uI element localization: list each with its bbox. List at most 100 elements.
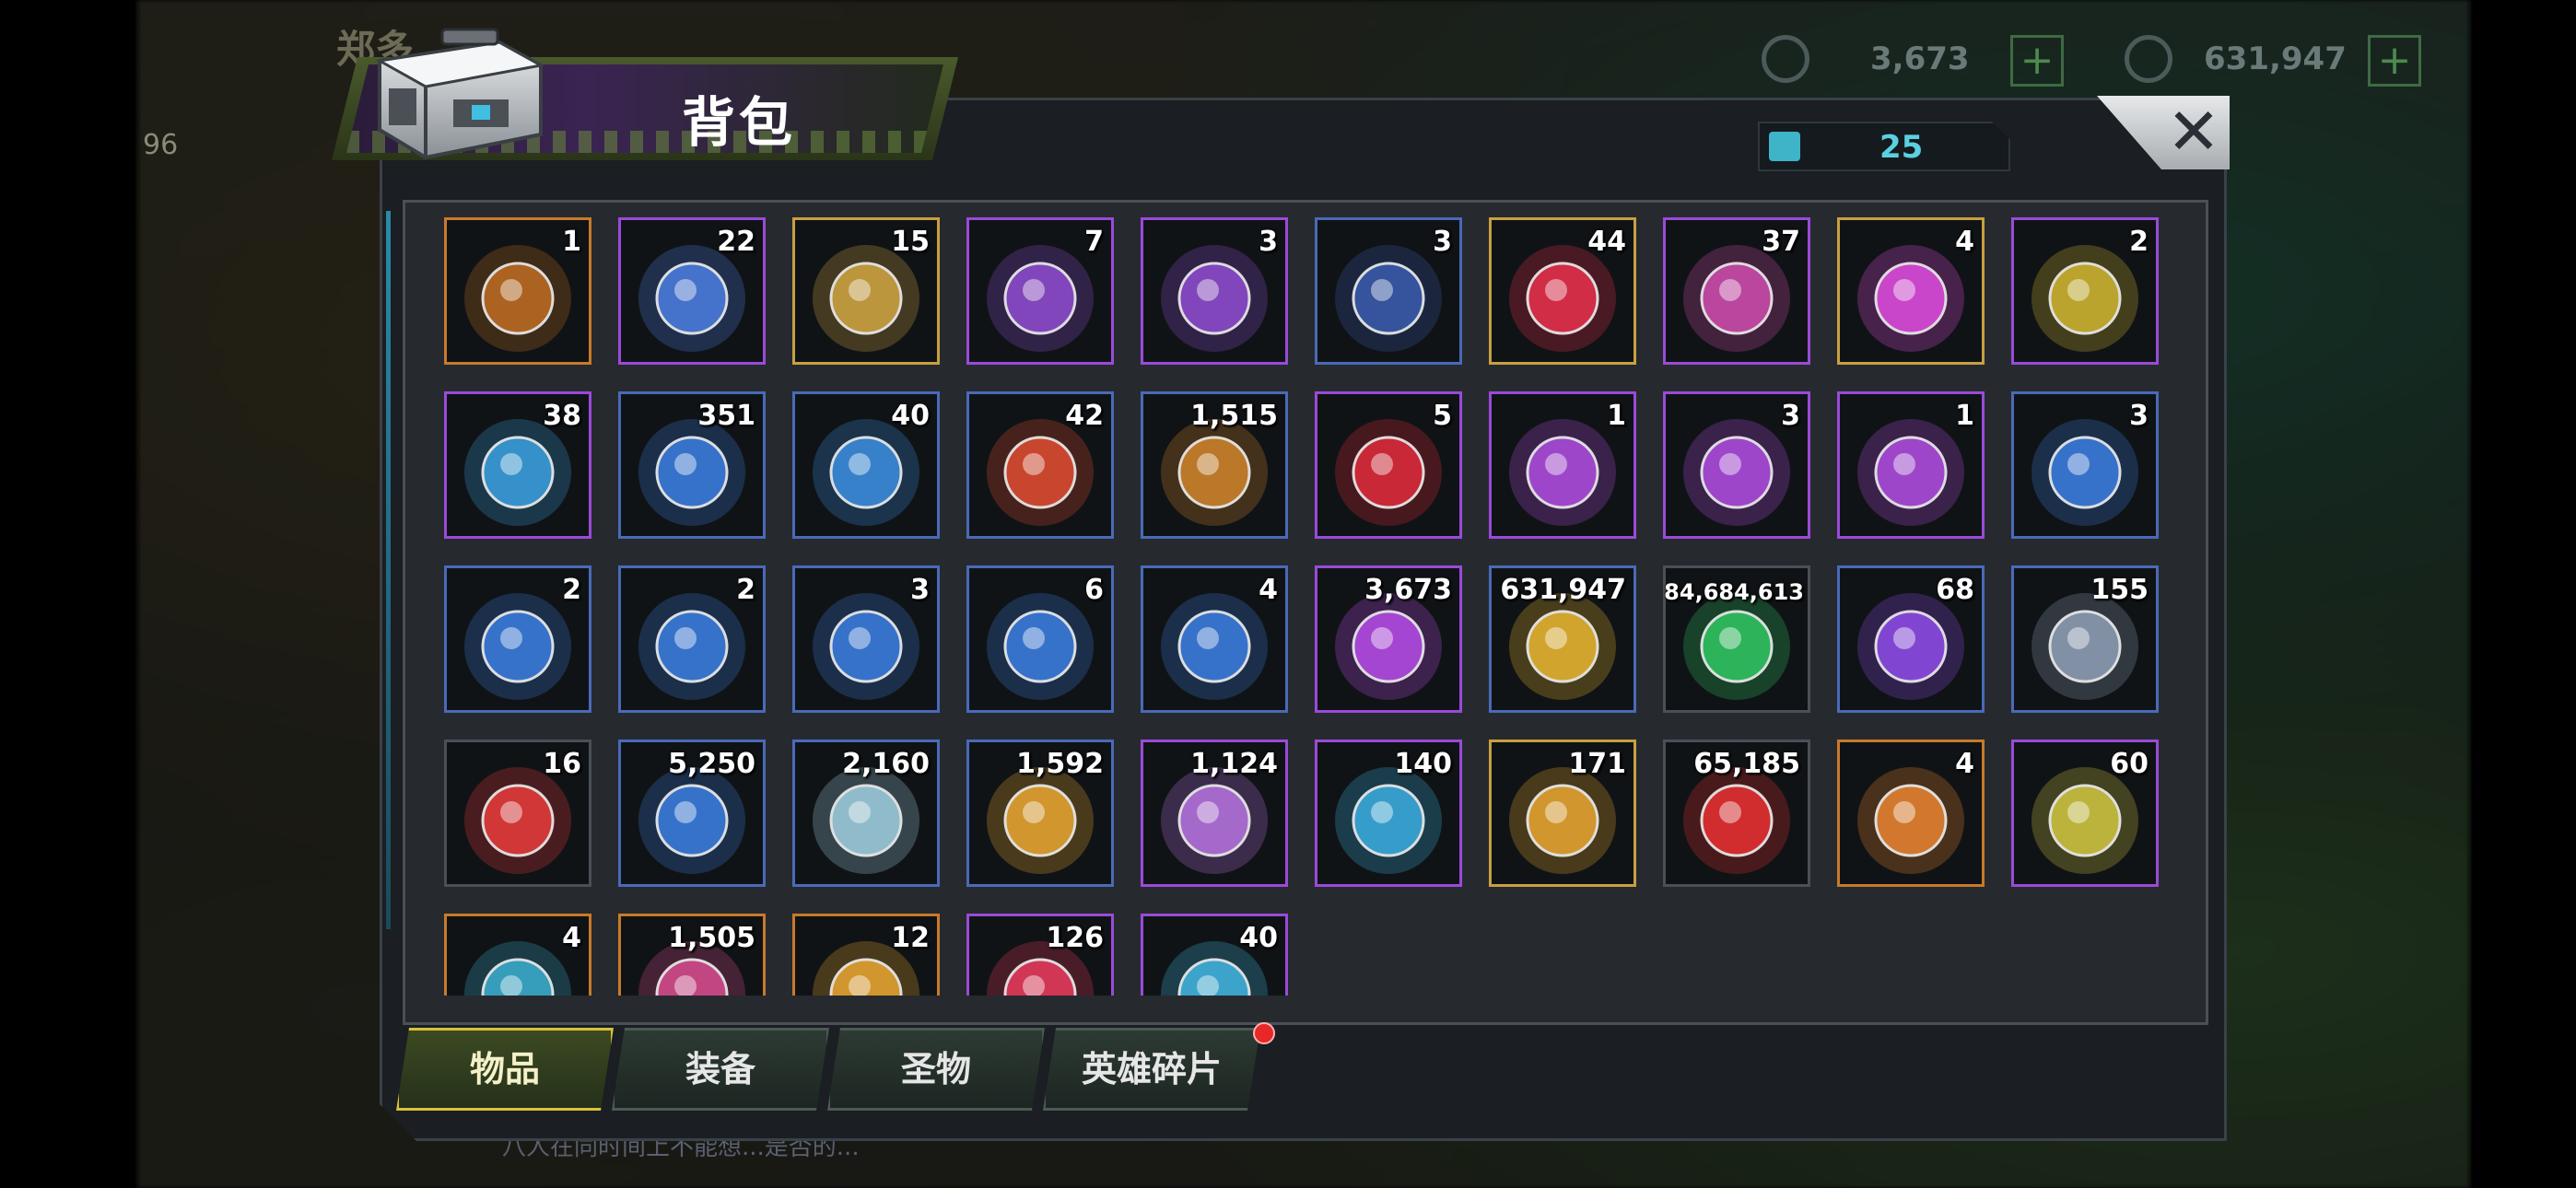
gem-resource-icon (1762, 35, 1809, 83)
capacity-value: 25 (1879, 129, 1924, 166)
item-quantity: 84,684,613 (1664, 579, 1804, 605)
inventory-slot[interactable]: 2 (618, 565, 766, 713)
item-quantity: 1,505 (668, 922, 755, 954)
inventory-slot[interactable]: 1 (444, 217, 591, 365)
storage-icon (1769, 132, 1800, 161)
inventory-slot[interactable]: 68 (1837, 565, 1985, 713)
item-quantity: 4 (1259, 574, 1278, 606)
inventory-slot[interactable]: 2 (444, 565, 591, 713)
item-quantity: 3 (2129, 400, 2149, 432)
inventory-slot[interactable]: 6 (966, 565, 1114, 713)
inventory-slot[interactable]: 12 (792, 914, 940, 996)
inventory-slot[interactable]: 84,684,613 (1663, 565, 1810, 713)
inventory-slot[interactable]: 631,947 (1489, 565, 1636, 713)
hud-resource-coins: 631,947 (2204, 41, 2347, 77)
inventory-slot[interactable]: 1,124 (1141, 740, 1288, 887)
inventory-slot[interactable]: 140 (1315, 740, 1462, 887)
tab-items[interactable]: 物品 (396, 1028, 614, 1111)
item-quantity: 140 (1394, 748, 1452, 780)
inventory-slot[interactable]: 40 (1141, 914, 1288, 996)
inventory-grid: 1 22 15 7 3 3 44 37 4 2 38 351 40 42 1,515 5 1 3 1 3 2 2 3 6 4 3,… (444, 217, 2163, 996)
inventory-slot[interactable]: 37 (1663, 217, 1810, 365)
add-coins-button[interactable]: + (2368, 35, 2421, 87)
tab-equipment[interactable]: 装备 (612, 1028, 829, 1111)
item-quantity: 40 (891, 400, 930, 432)
close-icon[interactable]: ✕ (2156, 96, 2231, 169)
inventory-slot[interactable]: 15 (792, 217, 940, 365)
item-quantity: 4 (1955, 748, 1974, 780)
inventory-slot[interactable]: 4 (444, 914, 591, 996)
item-quantity: 3 (1433, 226, 1452, 258)
inventory-slot[interactable]: 3 (1141, 217, 1288, 365)
inventory-slot[interactable]: 1,592 (966, 740, 1114, 887)
item-quantity: 4 (1955, 226, 1974, 258)
inventory-capacity: 25 (1758, 122, 2010, 171)
item-quantity: 5 (1433, 400, 1452, 432)
inventory-slot[interactable]: 155 (2011, 565, 2159, 713)
item-quantity: 155 (2090, 574, 2149, 606)
hud-player-level: 96 (143, 129, 179, 161)
notification-dot (1253, 1022, 1275, 1044)
item-quantity: 65,185 (1693, 748, 1800, 780)
item-quantity: 22 (717, 226, 755, 258)
inventory-slot[interactable]: 65,185 (1663, 740, 1810, 887)
inventory-slot[interactable]: 5 (1315, 391, 1462, 539)
inventory-slot[interactable]: 3 (1663, 391, 1810, 539)
inventory-slot[interactable]: 44 (1489, 217, 1636, 365)
panel-accent-bar (386, 211, 391, 929)
item-quantity: 12 (891, 922, 930, 954)
item-quantity: 1 (1955, 400, 1974, 432)
inventory-slot[interactable]: 1,515 (1141, 391, 1288, 539)
add-gems-button[interactable]: + (2010, 35, 2064, 87)
item-quantity: 40 (1239, 922, 1278, 954)
inventory-slot[interactable]: 351 (618, 391, 766, 539)
inventory-slot[interactable]: 40 (792, 391, 940, 539)
item-quantity: 37 (1762, 226, 1800, 258)
inventory-slot[interactable]: 3,673 (1315, 565, 1462, 713)
item-quantity: 3 (910, 574, 930, 606)
inventory-slot[interactable]: 3 (1315, 217, 1462, 365)
item-quantity: 1,592 (1016, 748, 1104, 780)
item-quantity: 1 (1607, 400, 1626, 432)
item-quantity: 3 (1259, 226, 1278, 258)
item-quantity: 3,673 (1364, 574, 1452, 606)
item-quantity: 2 (2129, 226, 2149, 258)
inventory-slot[interactable]: 60 (2011, 740, 2159, 887)
tab-relics[interactable]: 圣物 (827, 1028, 1045, 1111)
inventory-slot[interactable]: 7 (966, 217, 1114, 365)
item-quantity: 68 (1936, 574, 1974, 606)
item-quantity: 42 (1065, 400, 1104, 432)
inventory-slot[interactable]: 42 (966, 391, 1114, 539)
item-quantity: 6 (1084, 574, 1104, 606)
inventory-slot[interactable]: 4 (1837, 740, 1985, 887)
inventory-slot[interactable]: 3 (2011, 391, 2159, 539)
inventory-slot[interactable]: 2 (2011, 217, 2159, 365)
inventory-slot[interactable]: 16 (444, 740, 591, 887)
inventory-slot[interactable]: 1 (1489, 391, 1636, 539)
inventory-slot[interactable]: 38 (444, 391, 591, 539)
item-quantity: 60 (2110, 748, 2149, 780)
inventory-slot[interactable]: 4 (1141, 565, 1288, 713)
inventory-slot[interactable]: 171 (1489, 740, 1636, 887)
inventory-slot[interactable]: 5,250 (618, 740, 766, 887)
inventory-slot[interactable]: 2,160 (792, 740, 940, 887)
inventory-slot[interactable]: 4 (1837, 217, 1985, 365)
item-quantity: 631,947 (1500, 574, 1626, 606)
item-quantity: 1,515 (1190, 400, 1278, 432)
inventory-slot[interactable]: 1,505 (618, 914, 766, 996)
item-quantity: 5,250 (668, 748, 755, 780)
item-quantity: 1,124 (1190, 748, 1278, 780)
item-quantity: 2 (562, 574, 581, 606)
item-quantity: 7 (1084, 226, 1104, 258)
item-quantity: 16 (543, 748, 581, 780)
inventory-slot[interactable]: 3 (792, 565, 940, 713)
panel-title: 背包 (682, 91, 797, 154)
item-quantity: 1 (562, 226, 581, 258)
inventory-slot[interactable]: 1 (1837, 391, 1985, 539)
inventory-slot[interactable]: 126 (966, 914, 1114, 996)
tab-hero-shards[interactable]: 英雄碎片 (1043, 1028, 1260, 1111)
backpack-chest-icon (375, 28, 545, 160)
item-quantity: 2,160 (842, 748, 930, 780)
inventory-slot[interactable]: 22 (618, 217, 766, 365)
item-quantity: 15 (891, 226, 930, 258)
